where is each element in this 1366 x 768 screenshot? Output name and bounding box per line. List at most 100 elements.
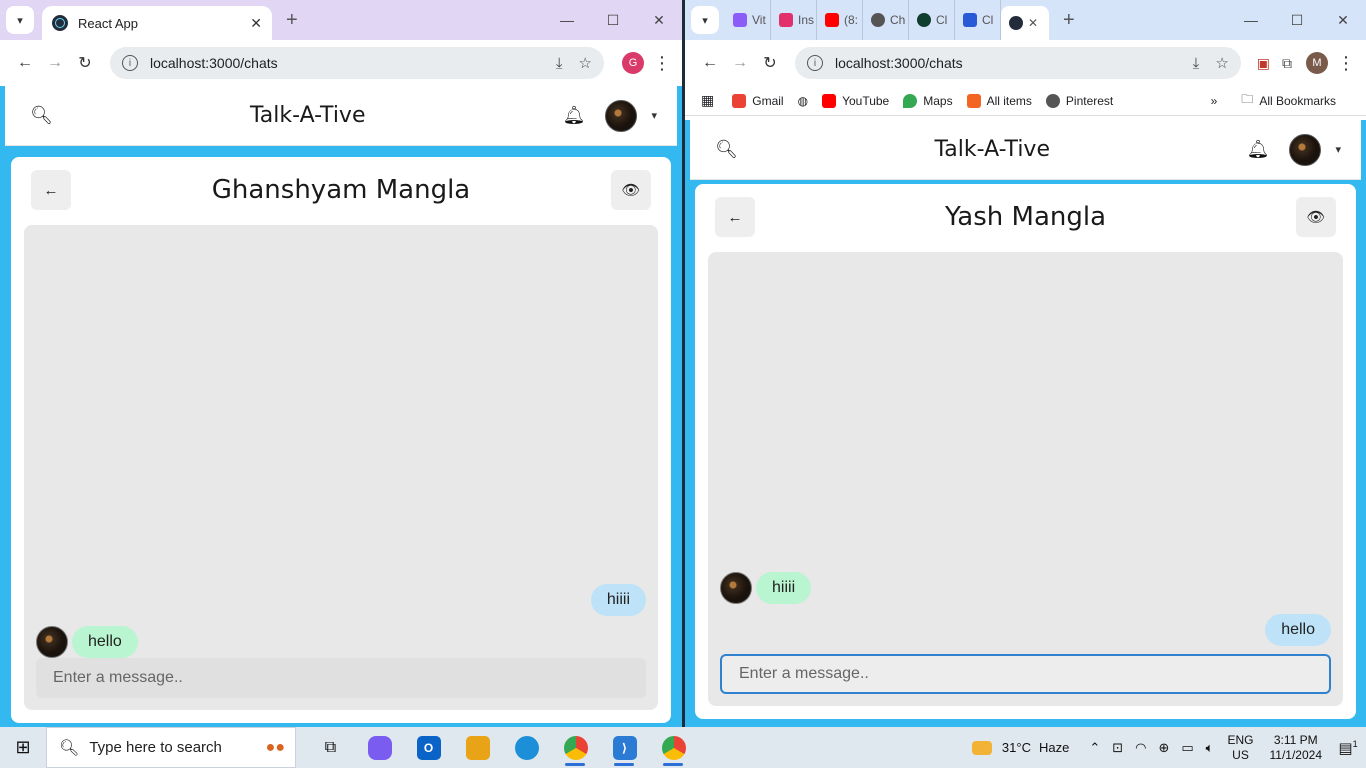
chatgpt-icon bbox=[871, 13, 885, 27]
battery-icon[interactable]: ▭ bbox=[1181, 740, 1193, 756]
tab-chatgpt[interactable]: Ch bbox=[863, 0, 909, 40]
globe-icon[interactable]: ◍ bbox=[798, 94, 808, 108]
weather-widget[interactable]: 31°C Haze bbox=[971, 740, 1069, 755]
message-input-field[interactable] bbox=[739, 665, 1312, 683]
minimize-button[interactable]: — bbox=[1228, 12, 1274, 28]
chevron-down-icon[interactable]: ▾ bbox=[651, 109, 657, 122]
bell-icon[interactable]: 🔔︎ bbox=[563, 105, 586, 126]
chevron-down-icon[interactable]: ▾ bbox=[1335, 143, 1341, 156]
bookmark-all-items[interactable]: All items bbox=[966, 93, 1032, 108]
new-tab-button[interactable]: + bbox=[286, 9, 298, 32]
new-tab-button[interactable]: + bbox=[1063, 9, 1075, 32]
menu-kebab-icon[interactable]: ⋮ bbox=[1336, 53, 1356, 74]
gmail-icon bbox=[732, 93, 747, 108]
apps-grid-icon[interactable]: ▦ bbox=[701, 92, 714, 109]
menu-kebab-icon[interactable]: ⋮ bbox=[652, 53, 672, 74]
chat-panel: ← Ghanshyam Mangla 👁︎ hiiii hello bbox=[11, 157, 671, 723]
tab-youtube[interactable]: (8: bbox=[817, 0, 863, 40]
profile-avatar[interactable]: M bbox=[1306, 52, 1328, 74]
view-profile-button[interactable]: 👁︎ bbox=[1296, 197, 1336, 237]
reload-button[interactable]: ↻ bbox=[755, 53, 785, 73]
install-app-icon[interactable]: ⤓ bbox=[556, 55, 563, 72]
message-input[interactable] bbox=[36, 658, 646, 698]
tab-search-button[interactable]: ▾ bbox=[691, 6, 719, 34]
all-bookmarks-folder[interactable]: 🗀︎ All Bookmarks bbox=[1241, 90, 1336, 111]
outlook-button[interactable]: O bbox=[404, 727, 453, 768]
chrome-button[interactable] bbox=[551, 727, 600, 768]
message-input[interactable] bbox=[720, 654, 1331, 694]
view-profile-button[interactable]: 👁︎ bbox=[610, 170, 651, 210]
window-controls: — ☐ ✕ bbox=[1228, 0, 1366, 40]
react-icon bbox=[1009, 16, 1023, 30]
chrome-profile-button[interactable] bbox=[649, 727, 698, 768]
minimize-button[interactable]: — bbox=[544, 12, 590, 28]
extensions-puzzle-icon[interactable]: ⧉ bbox=[1282, 55, 1292, 72]
url-text: localhost:3000/chats bbox=[150, 55, 278, 71]
url-field[interactable]: i localhost:3000/chats ⤓ ☆ bbox=[110, 47, 604, 79]
taskbar-search[interactable]: 🔍︎ Type here to search ●● bbox=[46, 727, 296, 768]
tab-react-app[interactable]: React App ✕ bbox=[42, 6, 272, 40]
forward-button[interactable]: → bbox=[40, 54, 70, 72]
user-avatar[interactable] bbox=[605, 99, 638, 132]
bell-icon[interactable]: 🔔︎ bbox=[1247, 139, 1270, 160]
tab-react-app-active[interactable]: ✕ bbox=[1001, 6, 1049, 40]
sender-avatar[interactable] bbox=[36, 626, 68, 658]
message-input-field[interactable] bbox=[53, 669, 629, 687]
vscode-button[interactable]: ⟩ bbox=[600, 727, 649, 768]
user-avatar[interactable] bbox=[1289, 133, 1322, 166]
back-button[interactable]: ← bbox=[695, 54, 725, 72]
network-icon[interactable]: ⊕ bbox=[1158, 740, 1169, 756]
install-app-icon[interactable]: ⤓ bbox=[1193, 55, 1200, 72]
notification-center-button[interactable]: ▤1 bbox=[1330, 739, 1366, 757]
back-arrow-button[interactable]: ← bbox=[715, 197, 755, 237]
chevron-up-icon[interactable]: ⌃ bbox=[1089, 740, 1100, 756]
maximize-button[interactable]: ☐ bbox=[1274, 12, 1320, 29]
file-explorer-button[interactable] bbox=[453, 727, 502, 768]
close-tab-icon[interactable]: ✕ bbox=[250, 15, 262, 32]
tab-title: React App bbox=[78, 15, 138, 31]
bookmark-star-icon[interactable]: ☆ bbox=[1215, 54, 1228, 72]
windows-start-button[interactable]: ⊞ bbox=[0, 727, 46, 768]
bookmark-star-icon[interactable]: ☆ bbox=[579, 54, 592, 72]
all-items-icon bbox=[966, 93, 981, 108]
back-button[interactable]: ← bbox=[10, 54, 40, 72]
profile-avatar[interactable]: G bbox=[622, 52, 644, 74]
edge-button[interactable] bbox=[502, 727, 551, 768]
tab-search-button[interactable]: ▾ bbox=[6, 6, 34, 34]
site-info-icon[interactable]: i bbox=[122, 55, 138, 71]
reload-button[interactable]: ↻ bbox=[70, 53, 100, 73]
maximize-button[interactable]: ☐ bbox=[590, 12, 636, 29]
close-tab-icon[interactable]: ✕ bbox=[1028, 16, 1038, 30]
search-icon[interactable]: 🔍︎ bbox=[715, 139, 738, 160]
meet-now-icon[interactable]: ⊡ bbox=[1112, 740, 1123, 756]
notification-icon: ▤ bbox=[1338, 739, 1353, 757]
clock[interactable]: 3:11 PM 11/1/2024 bbox=[1270, 733, 1323, 763]
sender-avatar[interactable] bbox=[720, 572, 752, 604]
site-info-icon[interactable]: i bbox=[807, 55, 823, 71]
search-icon[interactable]: 🔍︎ bbox=[30, 105, 53, 126]
tab-instagram[interactable]: Ins bbox=[771, 0, 817, 40]
wifi-icon[interactable]: ◠ bbox=[1135, 740, 1146, 756]
close-window-button[interactable]: ✕ bbox=[1320, 12, 1366, 29]
close-window-button[interactable]: ✕ bbox=[636, 12, 682, 29]
forward-button[interactable]: → bbox=[725, 54, 755, 72]
volume-icon[interactable]: 🔈︎ bbox=[1206, 740, 1214, 756]
copilot-button[interactable] bbox=[355, 727, 404, 768]
address-bar: ← → ↻ i localhost:3000/chats ⤓ ☆ ▣ ⧉ M ⋮ bbox=[685, 40, 1366, 86]
back-arrow-button[interactable]: ← bbox=[31, 170, 71, 210]
tab-mongodb[interactable]: Cl bbox=[909, 0, 955, 40]
bookmark-maps[interactable]: Maps bbox=[903, 93, 953, 108]
extension-icon[interactable]: ▣ bbox=[1257, 55, 1270, 72]
desktop: ▾ React App ✕ + — ☐ ✕ ← → ↻ i localhost:… bbox=[0, 0, 1366, 768]
url-field[interactable]: i localhost:3000/chats ⤓ ☆ bbox=[795, 47, 1241, 79]
tab-vite[interactable]: Vit bbox=[725, 0, 771, 40]
language-indicator[interactable]: ENG US bbox=[1227, 733, 1253, 763]
instagram-icon bbox=[779, 13, 793, 27]
cloudinary-icon bbox=[963, 13, 977, 27]
tab-cloudinary[interactable]: Cl bbox=[955, 0, 1001, 40]
bookmark-pinterest[interactable]: Pinterest bbox=[1045, 93, 1113, 108]
bookmark-youtube[interactable]: YouTube bbox=[822, 93, 889, 108]
bookmark-gmail[interactable]: Gmail bbox=[732, 93, 784, 108]
more-bookmarks-icon[interactable]: » bbox=[1211, 94, 1218, 108]
task-view-button[interactable]: ⧉ bbox=[306, 727, 355, 768]
